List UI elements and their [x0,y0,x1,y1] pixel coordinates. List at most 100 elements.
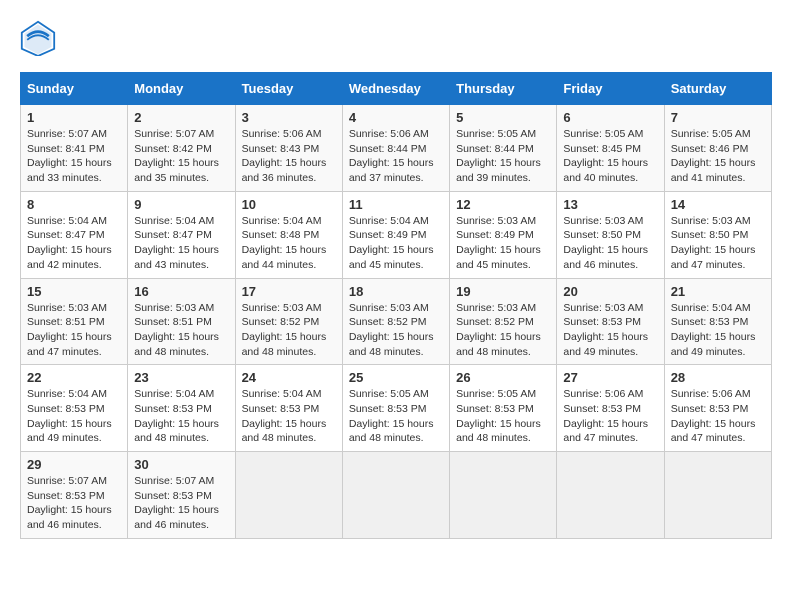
day-info: Sunrise: 5:04 AM Sunset: 8:53 PM Dayligh… [671,301,765,360]
day-number: 12 [456,197,550,212]
calendar-cell: 26 Sunrise: 5:05 AM Sunset: 8:53 PM Dayl… [450,365,557,452]
calendar-cell: 2 Sunrise: 5:07 AM Sunset: 8:42 PM Dayli… [128,105,235,192]
day-number: 11 [349,197,443,212]
day-number: 13 [563,197,657,212]
calendar-cell: 10 Sunrise: 5:04 AM Sunset: 8:48 PM Dayl… [235,191,342,278]
day-number: 9 [134,197,228,212]
calendar-cell: 20 Sunrise: 5:03 AM Sunset: 8:53 PM Dayl… [557,278,664,365]
day-number: 16 [134,284,228,299]
calendar-cell: 22 Sunrise: 5:04 AM Sunset: 8:53 PM Dayl… [21,365,128,452]
calendar-cell: 30 Sunrise: 5:07 AM Sunset: 8:53 PM Dayl… [128,452,235,539]
week-row-4: 22 Sunrise: 5:04 AM Sunset: 8:53 PM Dayl… [21,365,772,452]
day-number: 15 [27,284,121,299]
day-number: 10 [242,197,336,212]
week-row-2: 8 Sunrise: 5:04 AM Sunset: 8:47 PM Dayli… [21,191,772,278]
day-number: 19 [456,284,550,299]
day-number: 5 [456,110,550,125]
day-number: 7 [671,110,765,125]
day-number: 30 [134,457,228,472]
calendar-cell: 11 Sunrise: 5:04 AM Sunset: 8:49 PM Dayl… [342,191,449,278]
calendar-cell: 13 Sunrise: 5:03 AM Sunset: 8:50 PM Dayl… [557,191,664,278]
day-info: Sunrise: 5:07 AM Sunset: 8:42 PM Dayligh… [134,127,228,186]
day-number: 23 [134,370,228,385]
day-info: Sunrise: 5:03 AM Sunset: 8:50 PM Dayligh… [671,214,765,273]
calendar-cell: 15 Sunrise: 5:03 AM Sunset: 8:51 PM Dayl… [21,278,128,365]
day-info: Sunrise: 5:05 AM Sunset: 8:45 PM Dayligh… [563,127,657,186]
header-sunday: Sunday [21,73,128,105]
calendar-header: SundayMondayTuesdayWednesdayThursdayFrid… [21,73,772,105]
calendar-cell: 7 Sunrise: 5:05 AM Sunset: 8:46 PM Dayli… [664,105,771,192]
day-info: Sunrise: 5:04 AM Sunset: 8:53 PM Dayligh… [242,387,336,446]
day-number: 14 [671,197,765,212]
day-info: Sunrise: 5:03 AM Sunset: 8:51 PM Dayligh… [27,301,121,360]
header-wednesday: Wednesday [342,73,449,105]
calendar-cell [450,452,557,539]
day-number: 22 [27,370,121,385]
day-info: Sunrise: 5:05 AM Sunset: 8:44 PM Dayligh… [456,127,550,186]
calendar-cell: 12 Sunrise: 5:03 AM Sunset: 8:49 PM Dayl… [450,191,557,278]
calendar-cell: 8 Sunrise: 5:04 AM Sunset: 8:47 PM Dayli… [21,191,128,278]
calendar-cell: 9 Sunrise: 5:04 AM Sunset: 8:47 PM Dayli… [128,191,235,278]
week-row-5: 29 Sunrise: 5:07 AM Sunset: 8:53 PM Dayl… [21,452,772,539]
day-number: 28 [671,370,765,385]
week-row-1: 1 Sunrise: 5:07 AM Sunset: 8:41 PM Dayli… [21,105,772,192]
day-info: Sunrise: 5:04 AM Sunset: 8:49 PM Dayligh… [349,214,443,273]
calendar-cell: 28 Sunrise: 5:06 AM Sunset: 8:53 PM Dayl… [664,365,771,452]
calendar-cell [342,452,449,539]
day-info: Sunrise: 5:03 AM Sunset: 8:52 PM Dayligh… [242,301,336,360]
day-number: 8 [27,197,121,212]
day-number: 21 [671,284,765,299]
day-number: 4 [349,110,443,125]
day-info: Sunrise: 5:07 AM Sunset: 8:41 PM Dayligh… [27,127,121,186]
calendar-cell: 14 Sunrise: 5:03 AM Sunset: 8:50 PM Dayl… [664,191,771,278]
calendar-cell: 24 Sunrise: 5:04 AM Sunset: 8:53 PM Dayl… [235,365,342,452]
calendar-cell: 29 Sunrise: 5:07 AM Sunset: 8:53 PM Dayl… [21,452,128,539]
day-info: Sunrise: 5:03 AM Sunset: 8:49 PM Dayligh… [456,214,550,273]
logo-icon [20,20,56,56]
calendar-cell: 1 Sunrise: 5:07 AM Sunset: 8:41 PM Dayli… [21,105,128,192]
calendar-cell [664,452,771,539]
calendar-cell: 5 Sunrise: 5:05 AM Sunset: 8:44 PM Dayli… [450,105,557,192]
calendar-cell: 17 Sunrise: 5:03 AM Sunset: 8:52 PM Dayl… [235,278,342,365]
day-number: 2 [134,110,228,125]
calendar-cell: 18 Sunrise: 5:03 AM Sunset: 8:52 PM Dayl… [342,278,449,365]
header-saturday: Saturday [664,73,771,105]
calendar-cell: 16 Sunrise: 5:03 AM Sunset: 8:51 PM Dayl… [128,278,235,365]
day-info: Sunrise: 5:03 AM Sunset: 8:51 PM Dayligh… [134,301,228,360]
day-number: 18 [349,284,443,299]
day-number: 25 [349,370,443,385]
day-number: 6 [563,110,657,125]
day-number: 27 [563,370,657,385]
day-info: Sunrise: 5:06 AM Sunset: 8:44 PM Dayligh… [349,127,443,186]
day-number: 24 [242,370,336,385]
calendar-cell: 25 Sunrise: 5:05 AM Sunset: 8:53 PM Dayl… [342,365,449,452]
day-info: Sunrise: 5:06 AM Sunset: 8:53 PM Dayligh… [671,387,765,446]
calendar-cell: 19 Sunrise: 5:03 AM Sunset: 8:52 PM Dayl… [450,278,557,365]
day-info: Sunrise: 5:04 AM Sunset: 8:53 PM Dayligh… [27,387,121,446]
day-info: Sunrise: 5:04 AM Sunset: 8:47 PM Dayligh… [27,214,121,273]
header [20,20,772,56]
week-row-3: 15 Sunrise: 5:03 AM Sunset: 8:51 PM Dayl… [21,278,772,365]
day-number: 3 [242,110,336,125]
calendar-body: 1 Sunrise: 5:07 AM Sunset: 8:41 PM Dayli… [21,105,772,539]
day-info: Sunrise: 5:04 AM Sunset: 8:47 PM Dayligh… [134,214,228,273]
calendar-cell [557,452,664,539]
calendar-cell: 23 Sunrise: 5:04 AM Sunset: 8:53 PM Dayl… [128,365,235,452]
day-number: 26 [456,370,550,385]
calendar-cell: 3 Sunrise: 5:06 AM Sunset: 8:43 PM Dayli… [235,105,342,192]
header-thursday: Thursday [450,73,557,105]
day-info: Sunrise: 5:04 AM Sunset: 8:48 PM Dayligh… [242,214,336,273]
day-number: 17 [242,284,336,299]
header-friday: Friday [557,73,664,105]
calendar-cell [235,452,342,539]
day-info: Sunrise: 5:07 AM Sunset: 8:53 PM Dayligh… [134,474,228,533]
header-monday: Monday [128,73,235,105]
day-number: 1 [27,110,121,125]
logo [20,20,60,56]
day-info: Sunrise: 5:05 AM Sunset: 8:53 PM Dayligh… [349,387,443,446]
calendar-cell: 27 Sunrise: 5:06 AM Sunset: 8:53 PM Dayl… [557,365,664,452]
day-info: Sunrise: 5:03 AM Sunset: 8:50 PM Dayligh… [563,214,657,273]
day-info: Sunrise: 5:06 AM Sunset: 8:43 PM Dayligh… [242,127,336,186]
day-info: Sunrise: 5:03 AM Sunset: 8:53 PM Dayligh… [563,301,657,360]
day-info: Sunrise: 5:07 AM Sunset: 8:53 PM Dayligh… [27,474,121,533]
